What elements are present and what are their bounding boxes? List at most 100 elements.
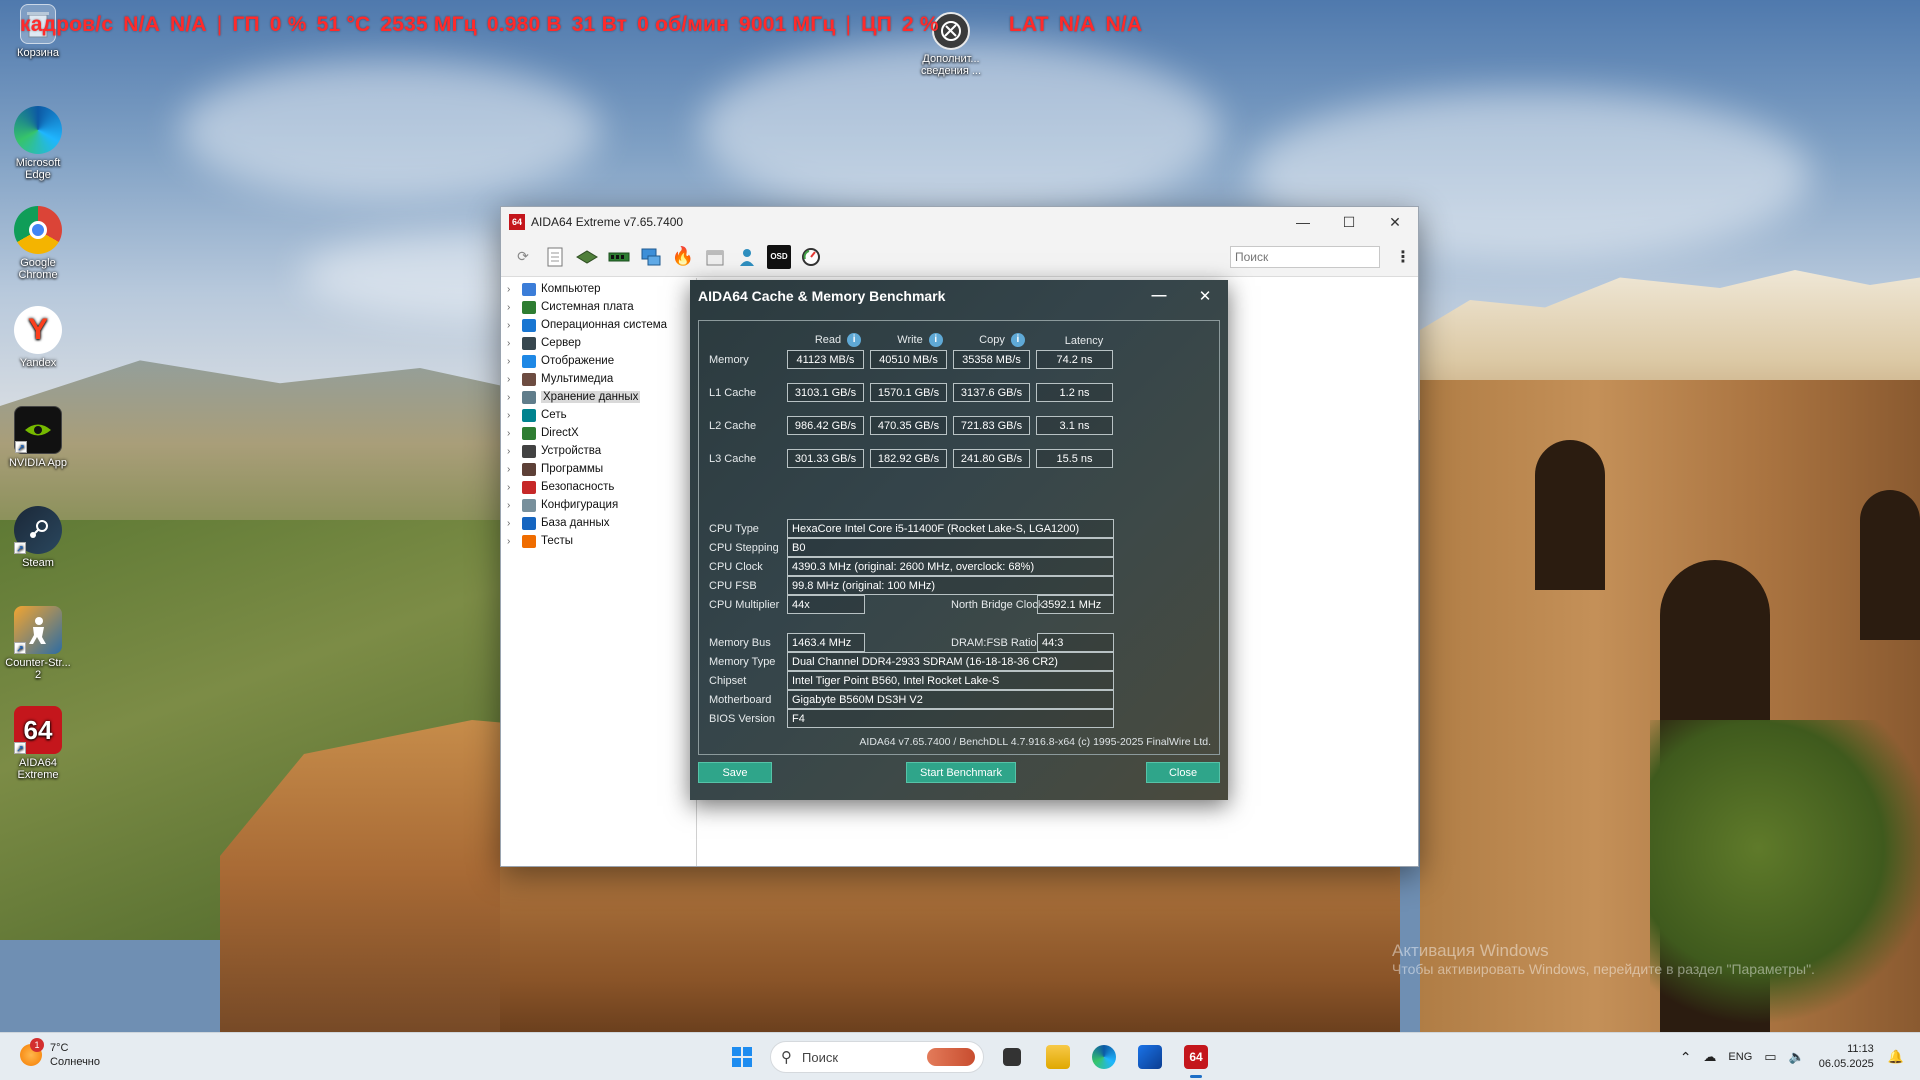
tree-item[interactable]: › Системная плата bbox=[501, 298, 696, 316]
tree-item[interactable]: › Мультимедиа bbox=[501, 370, 696, 388]
chevron-right-icon[interactable]: › bbox=[507, 428, 519, 439]
start-benchmark-button[interactable]: Start Benchmark bbox=[906, 762, 1016, 783]
desktop-icon-edge[interactable]: Microsoft Edge bbox=[2, 106, 74, 181]
cpu-multiplier-value: 44x bbox=[787, 595, 865, 614]
chevron-right-icon[interactable]: › bbox=[507, 482, 519, 493]
tree-item-icon bbox=[522, 498, 536, 512]
nvidia-icon: ↗ bbox=[14, 406, 62, 454]
tree-item-icon bbox=[522, 516, 536, 530]
minimize-button[interactable]: — bbox=[1280, 207, 1326, 237]
more-options-icon[interactable]: ⋮ bbox=[1388, 247, 1418, 267]
chevron-right-icon[interactable]: › bbox=[507, 374, 519, 385]
calendar-icon[interactable] bbox=[703, 245, 727, 269]
tree-item[interactable]: › Компьютер bbox=[501, 280, 696, 298]
osd-separator: | bbox=[845, 13, 852, 36]
tree-item[interactable]: › База данных bbox=[501, 514, 696, 532]
tree-item[interactable]: › Сервер bbox=[501, 334, 696, 352]
tree-item[interactable]: › Программы bbox=[501, 460, 696, 478]
start-button[interactable] bbox=[724, 1039, 760, 1075]
network-icon[interactable] bbox=[639, 245, 663, 269]
desktop-icon-counter-strike[interactable]: ↗ Counter-Str... 2 bbox=[2, 606, 74, 681]
notifications-bell-icon[interactable]: 🔔 bbox=[1888, 1049, 1904, 1065]
volume-icon[interactable]: 🔈 bbox=[1789, 1049, 1805, 1065]
osd-gpu-mem-clock: 9001 МГц bbox=[739, 13, 836, 36]
weather-widget[interactable]: 1 7°C Солнечно bbox=[20, 1038, 100, 1070]
desktop-icon-chrome[interactable]: Google Chrome bbox=[2, 206, 74, 281]
chipset-value: Intel Tiger Point B560, Intel Rocket Lak… bbox=[787, 671, 1114, 690]
tree-item[interactable]: › Тесты bbox=[501, 532, 696, 550]
refresh-icon[interactable]: ⟳ bbox=[511, 245, 535, 269]
desktop-icon-nvidia[interactable]: ↗ NVIDIA App bbox=[2, 406, 74, 469]
tree-item-icon bbox=[522, 372, 536, 386]
tree-item[interactable]: › Конфигурация bbox=[501, 496, 696, 514]
taskbar-edge[interactable] bbox=[1086, 1039, 1122, 1075]
chrome-icon bbox=[14, 206, 62, 254]
cache-memory-benchmark-dialog: AIDA64 Cache & Memory Benchmark — ✕ Read… bbox=[690, 280, 1228, 800]
tray-chevron-up-icon[interactable]: ⌃ bbox=[1680, 1049, 1692, 1066]
taskbar-search[interactable]: ⚲ Поиск bbox=[770, 1041, 984, 1073]
tree-item[interactable]: › DirectX bbox=[501, 424, 696, 442]
copy-info-icon[interactable]: i bbox=[1010, 333, 1025, 347]
result-read-value: 41123 MB/s bbox=[787, 350, 864, 369]
chevron-right-icon[interactable]: › bbox=[507, 320, 519, 331]
tree-item[interactable]: › Операционная система bbox=[501, 316, 696, 334]
language-indicator[interactable]: ENG bbox=[1728, 1051, 1752, 1063]
gauge-icon[interactable] bbox=[799, 245, 823, 269]
close-window-button[interactable]: ✕ bbox=[1372, 207, 1418, 237]
chevron-right-icon[interactable]: › bbox=[507, 464, 519, 475]
close-button[interactable]: Close bbox=[1146, 762, 1220, 783]
counter-strike-icon: ↗ bbox=[14, 606, 62, 654]
chevron-right-icon[interactable]: › bbox=[507, 338, 519, 349]
chevron-right-icon[interactable]: › bbox=[507, 518, 519, 529]
chevron-right-icon[interactable]: › bbox=[507, 500, 519, 511]
write-info-icon[interactable]: i bbox=[928, 333, 943, 347]
desktop-icon-aida64[interactable]: 64 ↗ AIDA64 Extreme bbox=[2, 706, 74, 781]
clock[interactable]: 11:13 06.05.2025 bbox=[1819, 1042, 1874, 1072]
report-icon[interactable] bbox=[543, 245, 567, 269]
dialog-minimize-button[interactable]: — bbox=[1136, 287, 1182, 305]
desktop-icon-steam[interactable]: ↗ Steam bbox=[2, 506, 74, 569]
chevron-right-icon[interactable]: › bbox=[507, 410, 519, 421]
chevron-right-icon[interactable]: › bbox=[507, 536, 519, 547]
network-status-icon[interactable]: ▭ bbox=[1764, 1049, 1776, 1065]
user-icon[interactable] bbox=[735, 245, 759, 269]
chevron-right-icon[interactable]: › bbox=[507, 302, 519, 313]
result-read-value: 301.33 GB/s bbox=[787, 449, 864, 468]
read-info-icon[interactable]: i bbox=[847, 333, 862, 347]
window-title: AIDA64 Extreme v7.65.7400 bbox=[531, 215, 684, 229]
tray-cloud-icon[interactable]: ☁ bbox=[1703, 1049, 1716, 1065]
result-row-label: L2 Cache bbox=[709, 420, 757, 432]
maximize-button[interactable]: ☐ bbox=[1326, 207, 1372, 237]
dialog-close-button[interactable]: ✕ bbox=[1182, 287, 1228, 305]
tree-item[interactable]: › Безопасность bbox=[501, 478, 696, 496]
window-titlebar[interactable]: 64 AIDA64 Extreme v7.65.7400 — ☐ ✕ bbox=[501, 207, 1418, 237]
tree-item[interactable]: › Отображение bbox=[501, 352, 696, 370]
tree-item-icon bbox=[522, 462, 536, 476]
osd-toolbar-icon[interactable]: OSD bbox=[767, 244, 791, 269]
dialog-titlebar[interactable]: AIDA64 Cache & Memory Benchmark — ✕ bbox=[690, 280, 1228, 312]
osd-fps-value: N/A bbox=[123, 13, 160, 36]
tree-item[interactable]: › Устройства bbox=[501, 442, 696, 460]
memory-module-icon[interactable] bbox=[607, 245, 631, 269]
result-write-value: 40510 MB/s bbox=[870, 350, 947, 369]
taskbar-file-explorer[interactable] bbox=[1040, 1039, 1076, 1075]
tree-item-label: Устройства bbox=[541, 445, 602, 457]
flame-icon[interactable]: 🔥 bbox=[671, 245, 695, 269]
save-button[interactable]: Save bbox=[698, 762, 772, 783]
store-icon bbox=[1138, 1045, 1162, 1069]
tree-item[interactable]: › Сеть bbox=[501, 406, 696, 424]
chevron-right-icon[interactable]: › bbox=[507, 284, 519, 295]
osd-fps-value-2: N/A bbox=[169, 13, 207, 36]
tree-item[interactable]: › Хранение данных bbox=[501, 388, 696, 406]
cpu-clock-value: 4390.3 MHz (original: 2600 MHz, overcloc… bbox=[787, 557, 1114, 576]
chevron-right-icon[interactable]: › bbox=[507, 356, 519, 367]
desktop-icon-yandex[interactable]: Y Yandex bbox=[2, 306, 74, 369]
task-view-button[interactable] bbox=[994, 1039, 1030, 1075]
search-input[interactable] bbox=[1230, 245, 1380, 268]
motherboard-icon[interactable] bbox=[575, 245, 599, 269]
chevron-right-icon[interactable]: › bbox=[507, 446, 519, 457]
header-copy: Copy i bbox=[963, 333, 1041, 347]
taskbar-store[interactable] bbox=[1132, 1039, 1168, 1075]
chevron-right-icon[interactable]: › bbox=[507, 392, 519, 403]
taskbar-aida64[interactable]: 64 bbox=[1178, 1039, 1214, 1078]
